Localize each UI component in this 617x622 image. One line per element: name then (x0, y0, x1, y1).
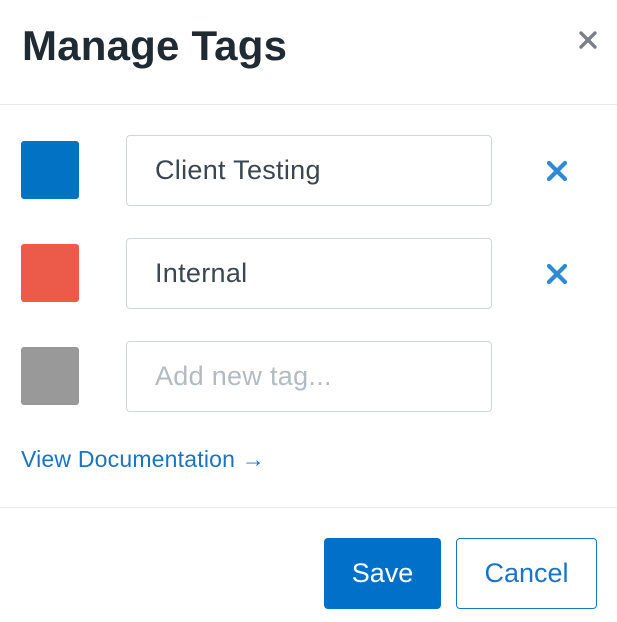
cancel-button[interactable]: Cancel (456, 538, 597, 609)
tag-color-swatch[interactable] (21, 244, 79, 302)
tag-row (0, 238, 617, 310)
dialog-title: Manage Tags (22, 22, 288, 69)
manage-tags-dialog: Manage Tags View Documentation → Sav (0, 0, 617, 622)
close-icon[interactable] (545, 262, 569, 286)
close-icon[interactable] (576, 28, 600, 52)
view-documentation-link[interactable]: View Documentation → (21, 446, 265, 473)
tag-color-swatch[interactable] (21, 141, 79, 199)
dialog-footer: Save Cancel (0, 507, 617, 622)
new-tag-color-swatch[interactable] (21, 347, 79, 405)
tag-name-input[interactable] (126, 238, 492, 309)
close-icon[interactable] (545, 159, 569, 183)
new-tag-row (0, 341, 617, 413)
tag-name-input[interactable] (126, 135, 492, 206)
save-button[interactable]: Save (324, 538, 441, 609)
tag-row (0, 135, 617, 207)
new-tag-input[interactable] (126, 341, 492, 412)
dialog-header: Manage Tags (0, 0, 617, 105)
